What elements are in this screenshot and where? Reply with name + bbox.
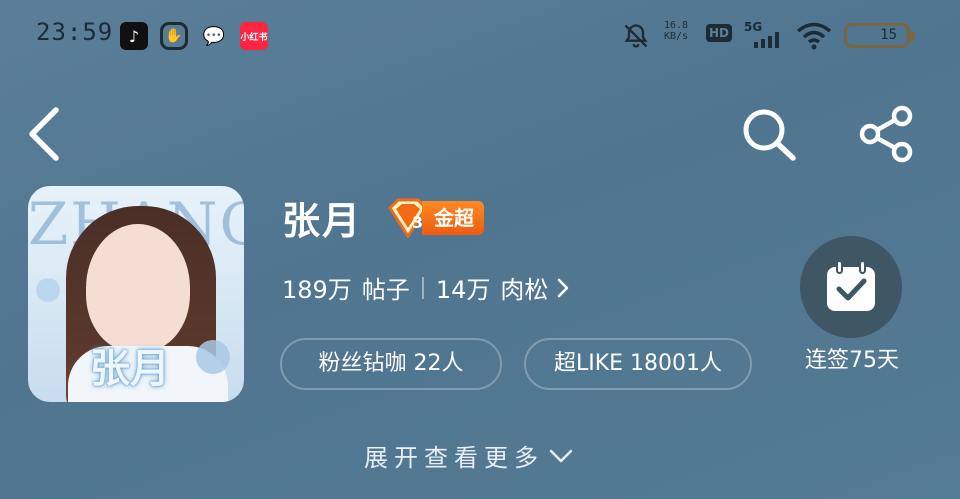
chevron-down-icon [549,449,573,462]
hand-app-icon: ✋ [160,22,188,50]
search-button[interactable] [740,106,800,164]
expand-more-button[interactable]: 展开查看更多 [364,438,574,473]
battery-cap [910,31,915,41]
avatar-flower-decoration [36,278,60,302]
badge-label: 金超 [422,201,484,235]
avatar-face [86,224,190,352]
wechat-icon: 💬 [202,25,226,47]
avatar-flower-decoration [196,340,230,374]
posts-label: 帖子 [361,276,410,304]
rousong-label: 肉松 [500,276,549,304]
super-like-pill-button[interactable]: 超LIKE 18001人 [524,338,752,390]
network-speed-value: 16.8 [664,20,689,31]
network-speed: 16.8 KB/s [664,20,688,42]
expand-label: 展开查看更多 [364,444,544,472]
tiktok-icon: ♪ [120,22,148,50]
calendar-check-icon [827,260,875,311]
bell-muted-icon [624,24,648,48]
chevron-right-icon [558,278,569,297]
network-speed-unit: KB/s [664,31,689,42]
fans-pill-button[interactable]: 粉丝钻咖 22人 [280,338,502,390]
status-time: 23:59 [36,18,114,46]
signal-indicator: 5G [744,20,779,48]
status-bar: 23:59 ♪ ✋ 💬 小红书 16.8 KB/s HD 5G 15 [0,0,960,72]
profile-stats[interactable]: 189万 帖子 14万 肉松 [282,270,570,305]
search-icon [743,109,796,161]
signal-bars-icon [754,32,779,48]
hd-badge: HD [706,24,733,42]
chevron-left-icon [29,107,59,161]
battery-indicator: 15 [844,23,910,48]
back-button[interactable] [22,104,76,164]
avatar-name-text: 张月 [90,346,170,392]
wifi-icon [796,22,832,50]
level-badge[interactable]: 3 金超 [386,198,484,238]
rousong-count: 14万 [435,276,491,304]
share-button[interactable] [856,104,918,164]
profile-avatar[interactable]: ZHANG 张月 [28,186,244,402]
checkin-streak-label: 连签75天 [805,348,899,373]
profile-name: 张月 [282,199,363,243]
xiaohongshu-icon: 小红书 [240,22,268,50]
posts-count: 189万 [282,276,352,304]
share-icon [859,105,913,163]
checkin-button[interactable] [800,236,902,338]
stats-divider [421,276,424,299]
